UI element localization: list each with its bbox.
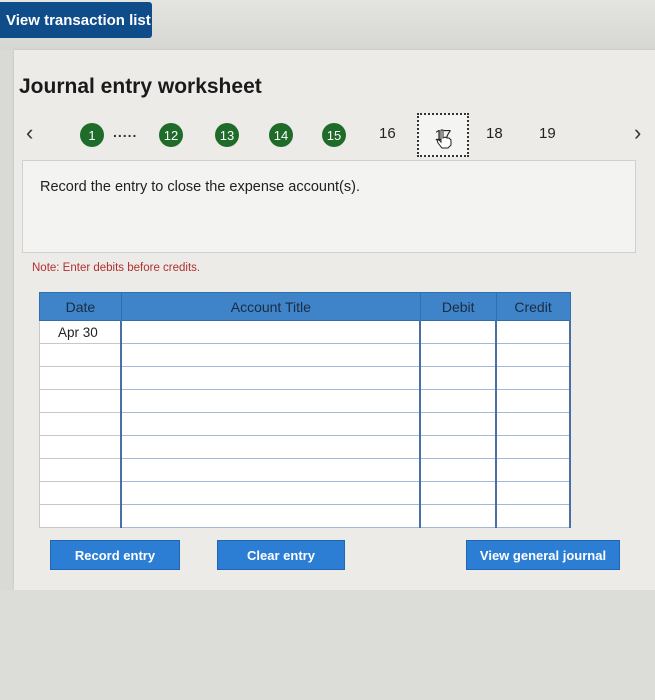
account-title-input[interactable] (120, 481, 422, 505)
table-row (39, 504, 571, 528)
debit-input[interactable] (419, 389, 498, 413)
account-title-input[interactable] (120, 458, 422, 482)
credit-input[interactable] (495, 481, 571, 505)
instruction-text: Record the entry to close the expense ac… (40, 179, 360, 195)
date-cell (39, 481, 122, 505)
step-19-button[interactable]: 19 (539, 125, 556, 142)
account-title-input[interactable] (120, 320, 422, 344)
date-cell (39, 435, 122, 459)
top-bar: View transaction list (0, 0, 655, 50)
step-13-button[interactable]: 13 (215, 123, 239, 147)
debit-column-header: Debit (419, 292, 497, 321)
date-cell (39, 504, 122, 528)
date-column-header: Date (39, 292, 122, 321)
date-cell (39, 343, 122, 367)
table-row (39, 412, 571, 436)
credit-input[interactable] (495, 343, 571, 367)
hand-cursor-icon (436, 129, 452, 149)
debit-input[interactable] (419, 320, 498, 344)
credit-input[interactable] (495, 389, 571, 413)
step-14-button[interactable]: 14 (269, 123, 293, 147)
table-row: Apr 30 (39, 320, 571, 344)
step-ellipsis: ..... (113, 124, 138, 140)
table-row (39, 458, 571, 482)
table-row (39, 366, 571, 390)
page-background (0, 590, 655, 700)
chevron-right-icon[interactable]: › (634, 120, 641, 146)
account-title-input[interactable] (120, 343, 422, 367)
instruction-box: Record the entry to close the expense ac… (22, 160, 636, 253)
table-row (39, 481, 571, 505)
table-row (39, 389, 571, 413)
debit-input[interactable] (419, 366, 498, 390)
table-row (39, 435, 571, 459)
step-15-button[interactable]: 15 (322, 123, 346, 147)
view-transaction-list-button[interactable]: View transaction list (0, 2, 152, 38)
step-12-button[interactable]: 12 (159, 123, 183, 147)
date-cell (39, 366, 122, 390)
account-title-column-header: Account Title (120, 292, 421, 321)
journal-worksheet-panel: Journal entry worksheet ‹ 1 ..... 12 13 … (14, 50, 655, 590)
step-17-current[interactable]: 17 (417, 113, 469, 157)
table-header-row: Date Account Title Debit Credit (39, 292, 571, 321)
credit-input[interactable] (495, 458, 571, 482)
date-cell (39, 412, 122, 436)
worksheet-title: Journal entry worksheet (19, 75, 262, 98)
view-general-journal-button[interactable]: View general journal (466, 540, 620, 570)
credit-input[interactable] (495, 366, 571, 390)
account-title-input[interactable] (120, 504, 422, 528)
credit-input[interactable] (495, 504, 571, 528)
debit-input[interactable] (419, 481, 498, 505)
credit-column-header: Credit (495, 292, 571, 321)
account-title-input[interactable] (120, 389, 422, 413)
account-title-input[interactable] (120, 435, 422, 459)
credit-input[interactable] (495, 320, 571, 344)
debit-input[interactable] (419, 458, 498, 482)
table-row (39, 343, 571, 367)
chevron-left-icon[interactable]: ‹ (26, 120, 33, 146)
journal-entry-table: Date Account Title Debit Credit Apr 30 (39, 292, 571, 528)
debit-input[interactable] (419, 412, 498, 436)
record-entry-button[interactable]: Record entry (50, 540, 180, 570)
note-text: Note: Enter debits before credits. (32, 262, 201, 274)
account-title-input[interactable] (120, 366, 422, 390)
clear-entry-button[interactable]: Clear entry (217, 540, 345, 570)
credit-input[interactable] (495, 435, 571, 459)
date-cell (39, 389, 122, 413)
step-16-button[interactable]: 16 (379, 125, 396, 142)
date-cell: Apr 30 (39, 320, 122, 344)
credit-input[interactable] (495, 412, 571, 436)
debit-input[interactable] (419, 343, 498, 367)
date-cell (39, 458, 122, 482)
account-title-input[interactable] (120, 412, 422, 436)
step-18-button[interactable]: 18 (486, 125, 503, 142)
step-1-button[interactable]: 1 (80, 123, 104, 147)
debit-input[interactable] (419, 435, 498, 459)
debit-input[interactable] (419, 504, 498, 528)
